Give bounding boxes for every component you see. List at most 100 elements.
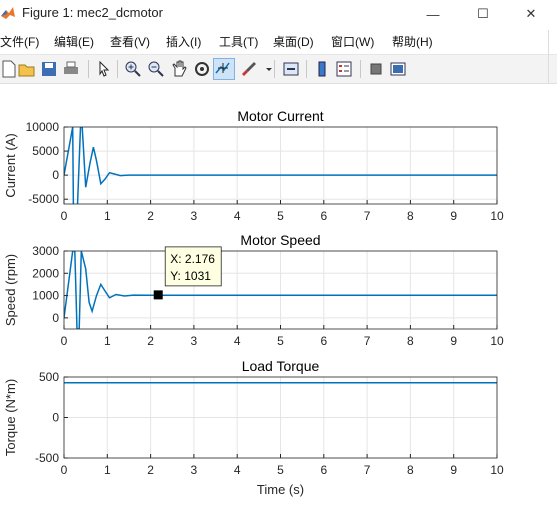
x-tick-label: 3 [191, 463, 198, 477]
maximize-button[interactable]: ☐ [460, 0, 506, 28]
x-tick-label: 1 [104, 334, 111, 348]
x-tick-label: 4 [234, 209, 241, 223]
x-tick-label: 9 [450, 334, 457, 348]
x-tick-label: 1 [104, 209, 111, 223]
y-axis-label: Torque (N*m) [3, 379, 18, 456]
menu-file[interactable]: 文件(F) [0, 33, 39, 50]
menu-edit[interactable]: 编辑(E) [54, 33, 94, 50]
x-tick-label: 6 [320, 209, 327, 223]
x-tick-label: 1 [104, 463, 111, 477]
y-axis-label: Speed (rpm) [3, 254, 18, 326]
zoom-out-icon[interactable] [147, 60, 165, 78]
close-icon: ✕ [525, 6, 537, 21]
save-icon[interactable] [40, 60, 58, 78]
print-icon[interactable] [62, 60, 80, 78]
x-tick-label: 2 [147, 209, 154, 223]
figure-toolbar [0, 54, 557, 84]
x-tick-label: 8 [407, 463, 414, 477]
x-axis-label: Time (s) [257, 482, 304, 497]
axes-load-torque: 0 1 2 3 4 5 6 7 8 9 10-5000500Load TorqueTorque (N… [3, 358, 504, 497]
chevron-down-icon[interactable] [260, 60, 272, 78]
brush-icon[interactable] [240, 60, 258, 78]
y-tick-label: 0 [52, 311, 59, 325]
x-tick-label: 6 [320, 463, 327, 477]
matlab-logo-icon [1, 7, 15, 19]
x-tick-label: 5 [277, 334, 284, 348]
axes-motor-speed: 0 1 2 3 4 5 6 7 8 9 10 0 1000 2000 3000 Motor Speed Spee… [3, 232, 504, 348]
y-tick-label: -500 [35, 451, 59, 465]
x-tick-label: 6 [320, 334, 327, 348]
x-tick-label: 3 [191, 334, 198, 348]
show-plot-tools-icon[interactable] [389, 60, 407, 78]
x-tick-label: 8 [407, 209, 414, 223]
new-figure-icon[interactable] [0, 60, 18, 78]
x-tick-label: 4 [234, 334, 241, 348]
axes-title: Motor Speed [240, 232, 320, 248]
x-tick-label: 9 [450, 209, 457, 223]
title-bar: Figure 1: mec2_dcmotor — ☐ ✕ [0, 0, 557, 28]
y-tick-label: -5000 [28, 192, 59, 206]
open-file-icon[interactable] [18, 60, 36, 78]
data-cursor-icon[interactable] [213, 58, 235, 80]
menu-desktop[interactable]: 桌面(D) [273, 33, 314, 50]
axes-motor-current: 0 1 2 3 4 5 6 7 8 9 10-50000500010000Motor Current… [3, 108, 504, 223]
figure-plots[interactable]: 0 1 2 3 4 5 6 7 8 9 10-50000500010000Motor Current… [0, 84, 547, 502]
x-tick-label: 0 [61, 334, 68, 348]
pointer-icon[interactable] [95, 60, 113, 78]
menu-window[interactable]: 窗口(W) [331, 33, 374, 50]
y-tick-label: 500 [39, 370, 59, 384]
y-tick-label: 0 [52, 411, 59, 425]
axes-title: Motor Current [237, 108, 323, 124]
x-tick-label: 0 [61, 463, 68, 477]
menu-bar: 文件(F) 编辑(E) 查看(V) 插入(I) 工具(T) 桌面(D) 窗口(W… [0, 30, 557, 52]
y-axis-label: Current (A) [3, 133, 18, 197]
toolbar-separator [360, 60, 361, 78]
window-title: Figure 1: mec2_dcmotor [22, 5, 163, 20]
colorbar-icon[interactable] [313, 60, 331, 78]
axes-title: Load Torque [242, 358, 320, 374]
hide-plot-tools-icon[interactable] [367, 60, 385, 78]
x-tick-label: 5 [277, 209, 284, 223]
rotate-3d-icon[interactable] [193, 60, 211, 78]
toolbar-separator [274, 60, 275, 78]
x-tick-label: 4 [234, 463, 241, 477]
x-tick-label: 10 [490, 334, 504, 348]
x-tick-label: 7 [364, 209, 371, 223]
toolbar-separator [117, 60, 118, 78]
maximize-icon: ☐ [477, 6, 489, 21]
x-tick-label: 3 [191, 209, 198, 223]
y-tick-label: 3000 [32, 244, 59, 258]
x-tick-label: 10 [490, 463, 504, 477]
x-tick-label: 2 [147, 334, 154, 348]
x-tick-label: 5 [277, 463, 284, 477]
y-tick-label: 2000 [32, 266, 59, 280]
data-tip-marker [153, 290, 163, 300]
menu-view[interactable]: 查看(V) [110, 33, 150, 50]
y-tick-label: 10000 [26, 120, 60, 134]
menu-help[interactable]: 帮助(H) [392, 33, 433, 50]
y-tick-label: 0 [52, 168, 59, 182]
toolbar-separator [306, 60, 307, 78]
x-tick-label: 10 [490, 209, 504, 223]
data-tip-y: Y: 1031 [170, 269, 211, 283]
y-tick-label: 5000 [32, 144, 59, 158]
menu-tools[interactable]: 工具(T) [219, 33, 258, 50]
toolbar-separator [88, 60, 89, 78]
x-tick-label: 0 [61, 209, 68, 223]
y-tick-label: 1000 [32, 289, 59, 303]
legend-icon[interactable] [335, 60, 353, 78]
x-tick-label: 7 [364, 334, 371, 348]
figure-canvas: 0 1 2 3 4 5 6 7 8 9 10 -5000 0 5000 10000 Motor Current… [0, 84, 557, 502]
zoom-in-icon[interactable] [124, 60, 142, 78]
x-tick-label: 8 [407, 334, 414, 348]
link-plot-icon[interactable] [282, 60, 300, 78]
data-tip-x: X: 2.176 [170, 252, 215, 266]
minimize-icon: — [426, 6, 440, 22]
x-tick-label: 2 [147, 463, 154, 477]
x-tick-label: 7 [364, 463, 371, 477]
minimize-button[interactable]: — [410, 0, 456, 28]
menu-insert[interactable]: 插入(I) [166, 33, 201, 50]
pan-icon[interactable] [170, 60, 188, 78]
close-button[interactable]: ✕ [508, 0, 554, 28]
x-tick-label: 9 [450, 463, 457, 477]
